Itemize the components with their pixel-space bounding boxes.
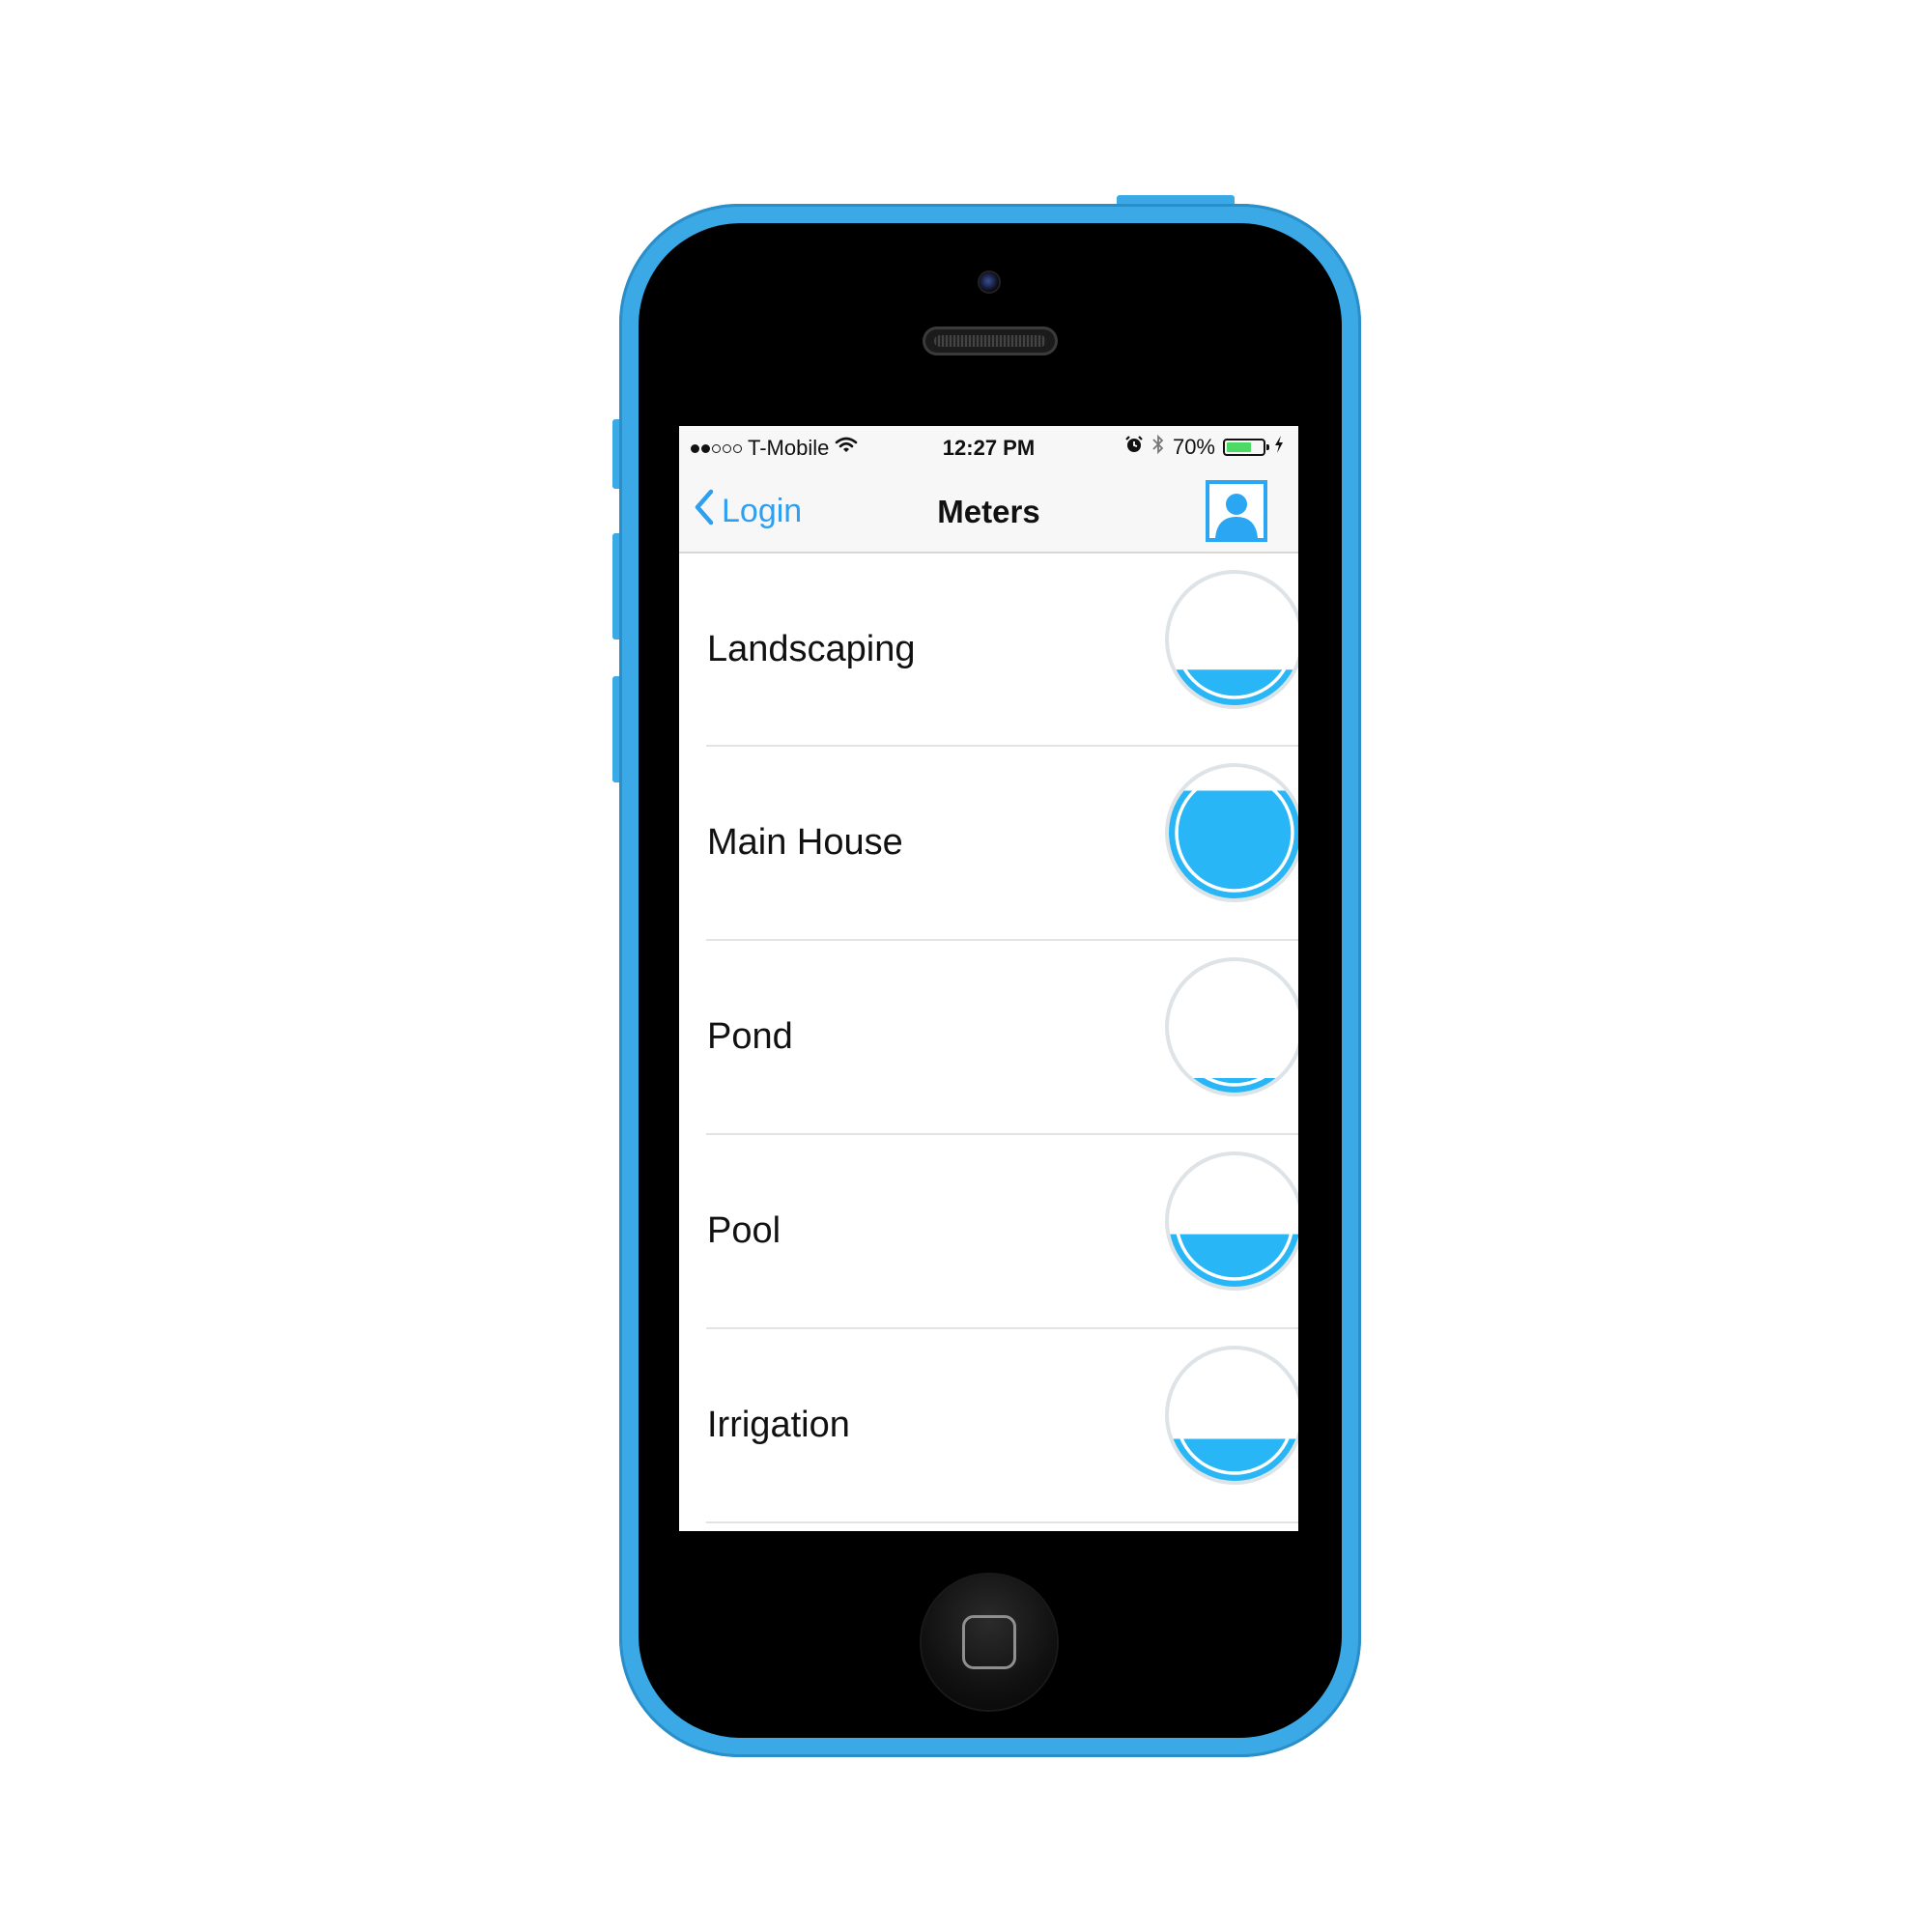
charging-bolt-icon [1273, 435, 1285, 460]
home-square-icon [962, 1615, 1016, 1669]
user-icon [1215, 494, 1258, 538]
battery-icon [1223, 439, 1269, 456]
meter-row[interactable]: Pond [706, 941, 1298, 1135]
meter-name: Landscaping [707, 629, 916, 669]
meter-row[interactable]: Pool [706, 1135, 1298, 1329]
meter-gauge [1165, 1151, 1298, 1291]
earpiece-speaker [923, 327, 1058, 355]
screen: T-Mobile 12:27 PM 70% Login Meters Lands… [679, 426, 1298, 1531]
meter-list: Landscaping Main House Pond Pool Irrigation [679, 554, 1298, 1523]
home-button[interactable] [922, 1575, 1057, 1710]
meter-row[interactable]: Main House [706, 747, 1298, 941]
meter-name: Pool [707, 1210, 781, 1251]
battery-fill [1227, 442, 1252, 452]
meter-gauge [1165, 1346, 1298, 1485]
meter-name: Main House [707, 822, 903, 863]
battery-percent: 70% [1172, 435, 1215, 459]
meter-gauge [1165, 570, 1298, 709]
gauge-ring [1165, 957, 1298, 1096]
gauge-fill [1176, 669, 1293, 705]
status-bar: T-Mobile 12:27 PM 70% [679, 426, 1298, 469]
meter-name: Pond [707, 1016, 793, 1057]
meter-gauge [1165, 763, 1298, 902]
alarm-icon [1124, 435, 1144, 460]
meter-name: Irrigation [707, 1405, 850, 1445]
navigation-bar: Login Meters [679, 469, 1298, 554]
bluetooth-icon [1151, 434, 1165, 461]
meter-row[interactable]: Landscaping [706, 554, 1298, 747]
status-right: 70% [1124, 434, 1285, 461]
meter-gauge [1165, 957, 1298, 1096]
profile-button[interactable] [1206, 480, 1267, 542]
meter-row[interactable]: Irrigation [706, 1329, 1298, 1523]
front-camera [980, 272, 999, 292]
